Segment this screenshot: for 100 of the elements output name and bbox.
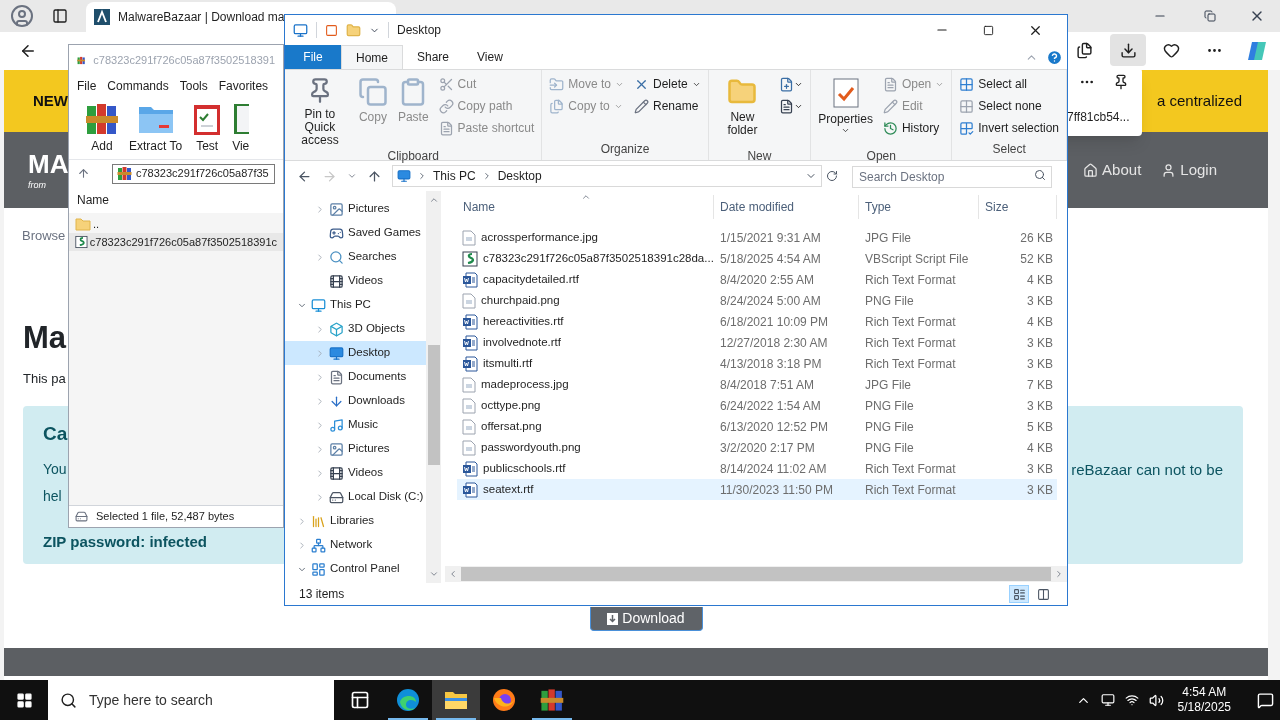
ribbon-button[interactable]: Invert selection xyxy=(955,117,1063,139)
file-name: publicschools.rtf xyxy=(483,460,566,476)
file-date: 6/13/2020 12:52 PM xyxy=(719,418,830,436)
archive-path-field[interactable]: c78323c291f726c05a87f35 xyxy=(112,163,275,184)
file-tab[interactable]: File xyxy=(285,45,341,69)
column-header[interactable]: Size xyxy=(979,195,1057,219)
file-size: 4 KB xyxy=(1026,439,1054,457)
ribbon-tab[interactable]: Share xyxy=(403,45,464,69)
tab-title: MalwareBazaar | Download ma xyxy=(118,9,285,26)
file-row[interactable]: publicschools.rtf 8/14/2024 11:02 AM Rich Text Format 3 KB xyxy=(457,458,1057,479)
tree-item[interactable]: Pictures xyxy=(285,437,426,461)
toolbar-button[interactable]: Test xyxy=(192,101,223,155)
toolbar-button[interactable]: Vie xyxy=(232,101,250,155)
ribbon-group-label: New xyxy=(746,148,773,165)
intro-text: This pa xyxy=(23,369,66,388)
file-date: 11/30/2023 11:50 PM xyxy=(719,481,834,499)
tree-item[interactable]: Downloads xyxy=(285,389,426,413)
card-text: You xyxy=(43,460,67,479)
download-button[interactable]: Download xyxy=(589,607,703,631)
file-row[interactable]: madeprocess.jpg 8/4/2018 7:51 AM JPG File 7 KB xyxy=(457,374,1057,395)
ribbon-button[interactable]: Select all xyxy=(955,73,1063,95)
file-row[interactable]: seatext.rtf 11/30/2023 11:50 PM Rich Text Format 3 KB xyxy=(457,479,1057,500)
file-name: itsmulti.rtf xyxy=(483,355,533,371)
tree-item[interactable]: Libraries xyxy=(285,509,426,533)
banner-text: NEW xyxy=(33,90,68,111)
ribbon-button[interactable]: Pin to Quick access xyxy=(288,73,352,147)
file-row[interactable]: hereactivities.rtf 6/18/2021 10:09 PM Rich Text Format 4 KB xyxy=(457,311,1057,332)
menu-item[interactable]: Tools xyxy=(179,77,208,95)
file-row[interactable]: c78323c291f726c05a87f3502518391c28da... 5/18/2025 4:54 AM VBScript Script File 52 KB xyxy=(457,248,1057,269)
card-text: reBazaar can not to be xyxy=(1071,460,1223,480)
column-header[interactable]: Date modified xyxy=(714,195,859,219)
clock-time[interactable]: 4:54 AM xyxy=(1182,685,1227,700)
tree-label: Pictures xyxy=(348,201,390,217)
breadcrumb[interactable]: Browse xyxy=(22,226,66,246)
file-row[interactable]: churchpaid.png 8/24/2024 5:00 AM PNG File 3 KB xyxy=(457,290,1057,311)
tree-item[interactable]: Videos xyxy=(285,269,426,293)
address-bar[interactable]: This PC Desktop xyxy=(392,165,822,187)
file-row[interactable]: involvednote.rtf 12/27/2018 2:30 AM Rich Text Format 3 KB xyxy=(457,332,1057,353)
file-row[interactable]: acrossperformance.jpg 1/15/2021 9:31 AM JPG File 26 KB xyxy=(457,227,1057,248)
menu-item[interactable]: Favorites xyxy=(218,77,269,95)
ribbon-button[interactable]: Delete xyxy=(630,73,705,95)
file-size: 3 KB xyxy=(1026,334,1054,352)
zip-password: ZIP password: infected xyxy=(43,531,207,552)
tree-label: 3D Objects xyxy=(348,321,405,337)
menu-item[interactable]: Commands xyxy=(107,77,169,95)
menu-item[interactable]: File xyxy=(77,77,97,95)
clock-date[interactable]: 5/18/2025 xyxy=(1177,700,1231,715)
tree-label: Desktop xyxy=(348,345,391,361)
nav-link[interactable]: About xyxy=(1083,158,1142,182)
tree-item[interactable]: This PC xyxy=(285,293,426,317)
file-row[interactable]: passwordyouth.png 3/2/2020 2:17 PM PNG File 4 KB xyxy=(457,437,1057,458)
ribbon-button[interactable]: New folder xyxy=(711,73,774,147)
tree-label: Music xyxy=(348,417,379,433)
tree-item[interactable]: Desktop xyxy=(285,341,426,365)
tree-item[interactable]: Saved Games xyxy=(285,221,426,245)
ribbon-tab[interactable]: View xyxy=(463,45,517,69)
search-field[interactable]: Search Desktop xyxy=(852,166,1052,188)
file-type: Rich Text Format xyxy=(864,313,957,331)
taskbar-search-field[interactable]: Type here to search xyxy=(48,680,334,720)
column-header[interactable]: Type xyxy=(859,195,979,219)
column-header[interactable]: Name xyxy=(77,191,109,209)
tree-item[interactable]: Music xyxy=(285,413,426,437)
logo-subtitle: from xyxy=(28,180,46,190)
archive-row[interactable]: .. xyxy=(69,215,283,233)
tree-item[interactable]: Videos xyxy=(285,461,426,485)
file-size: 52 KB xyxy=(1019,250,1054,268)
file-row[interactable]: itsmulti.rtf 4/13/2018 3:18 PM Rich Text Format 3 KB xyxy=(457,353,1057,374)
ribbon-button[interactable]: Rename xyxy=(630,95,705,117)
tree-item[interactable]: Control Panel xyxy=(285,557,426,581)
file-row[interactable]: offersat.png 6/13/2020 12:52 PM PNG File 5 KB xyxy=(457,416,1057,437)
archive-row[interactable]: c78323c291f726c05a87f3502518391c xyxy=(69,233,283,251)
tree-item[interactable]: Documents xyxy=(285,365,426,389)
column-header[interactable]: Name xyxy=(457,195,714,219)
file-size: 4 KB xyxy=(1026,313,1054,331)
file-date: 12/27/2018 2:30 AM xyxy=(719,334,829,352)
file-type: PNG File xyxy=(864,439,915,457)
tree-item[interactable]: 3D Objects xyxy=(285,317,426,341)
file-size: 3 KB xyxy=(1026,460,1054,478)
ribbon-button[interactable]: Select none xyxy=(955,95,1063,117)
download-item-name[interactable]: 7ff81cb54... xyxy=(1067,108,1142,126)
file-type: JPG File xyxy=(864,376,912,394)
tree-item[interactable]: Pictures xyxy=(285,197,426,221)
file-name: .. xyxy=(93,216,100,232)
file-row[interactable]: capacitydetailed.rtf 8/4/2020 2:55 AM Rich Text Format 4 KB xyxy=(457,269,1057,290)
ribbon-button[interactable]: History xyxy=(878,117,949,139)
banner-text: a centralized xyxy=(1156,90,1242,111)
ribbon-tab[interactable]: Home xyxy=(341,45,403,69)
tree-item[interactable]: Searches xyxy=(285,245,426,269)
site-logo: MA xyxy=(28,150,69,177)
breadcrumb-item[interactable]: Desktop xyxy=(497,167,542,185)
tree-item[interactable]: Local Disk (C:) xyxy=(285,485,426,509)
file-name: c78323c291f726c05a87f3502518391c xyxy=(89,234,277,250)
nav-link[interactable]: Login xyxy=(1161,158,1217,182)
toolbar-button[interactable]: Extract To xyxy=(129,101,183,155)
breadcrumb-item[interactable]: This PC xyxy=(433,167,476,185)
ribbon-button[interactable]: Properties xyxy=(814,73,877,147)
toolbar-button[interactable]: Add xyxy=(85,101,119,155)
file-row[interactable]: octtype.png 6/24/2022 1:54 AM PNG File 3 KB xyxy=(457,395,1057,416)
file-size: 26 KB xyxy=(1019,229,1054,247)
tree-item[interactable]: Network xyxy=(285,533,426,557)
